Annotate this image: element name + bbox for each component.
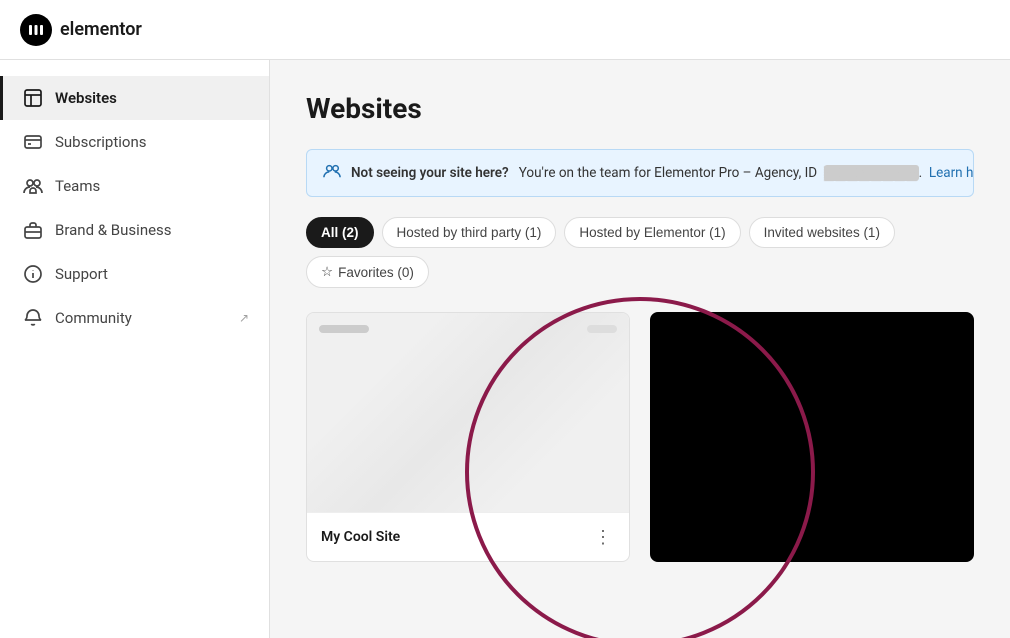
- external-link-icon: ↗: [239, 311, 249, 325]
- banner-text: Not seeing your site here? You're on the…: [351, 165, 974, 181]
- sidebar-label-community: Community: [55, 309, 132, 327]
- banner-masked-id: ▓▓▓▓▓▓▓▓: [824, 165, 919, 181]
- thumbnail-placeholder: [307, 313, 629, 512]
- main-layout: Websites Subscriptions: [0, 60, 1010, 638]
- site-name: My Cool Site: [321, 529, 400, 545]
- filter-all[interactable]: All (2): [306, 217, 374, 248]
- banner-learn-link[interactable]: Learn how to conn: [929, 165, 974, 181]
- thumb-dot-2: [587, 325, 617, 333]
- banner-bold-text: Not seeing your site here?: [351, 165, 509, 181]
- sidebar-label-subscriptions: Subscriptions: [55, 133, 146, 151]
- sidebar-label-websites: Websites: [55, 89, 117, 107]
- topbar: elementor: [0, 0, 1010, 60]
- logo: elementor: [20, 14, 142, 46]
- cards-container: My Cool Site ⋮: [306, 312, 974, 562]
- info-banner: Not seeing your site here? You're on the…: [306, 149, 974, 197]
- card-icon: [23, 132, 43, 152]
- sidebar-label-teams: Teams: [55, 177, 100, 195]
- card-thumbnail: [307, 313, 629, 513]
- layout-icon: [23, 88, 43, 108]
- redacted-footer: [651, 513, 973, 537]
- briefcase-icon: [23, 220, 43, 240]
- sidebar-item-subscriptions[interactable]: Subscriptions: [0, 120, 269, 164]
- redacted-thumbnail: [651, 313, 973, 513]
- sidebar-item-brand-business[interactable]: Brand & Business: [0, 208, 269, 252]
- page-title: Websites: [306, 92, 974, 125]
- content-area: Websites Not seeing your site here? You'…: [270, 60, 1010, 638]
- cards-grid: My Cool Site ⋮: [306, 312, 974, 562]
- sidebar-label-support: Support: [55, 265, 108, 283]
- card-footer: My Cool Site ⋮: [307, 513, 629, 561]
- site-card-my-cool-site[interactable]: My Cool Site ⋮: [306, 312, 630, 562]
- site-card-redacted: [650, 312, 974, 562]
- filter-tabs: All (2) Hosted by third party (1) Hosted…: [306, 217, 974, 288]
- card-menu-button[interactable]: ⋮: [591, 525, 615, 549]
- filter-hosted-elementor[interactable]: Hosted by Elementor (1): [564, 217, 740, 248]
- logo-text: elementor: [60, 19, 142, 40]
- sidebar-label-brand-business: Brand & Business: [55, 221, 172, 239]
- filter-favorites-label: Favorites (0): [338, 265, 414, 280]
- sidebar: Websites Subscriptions: [0, 60, 270, 638]
- users-icon: [23, 176, 43, 196]
- sidebar-item-teams[interactable]: Teams: [0, 164, 269, 208]
- thumb-dot-1: [319, 325, 369, 333]
- star-icon: ☆: [321, 264, 333, 280]
- filter-favorites[interactable]: ☆ Favorites (0): [306, 256, 429, 288]
- banner-detail-text: You're on the team for Elementor Pro – A…: [519, 165, 817, 181]
- filter-invited[interactable]: Invited websites (1): [749, 217, 895, 248]
- filter-hosted-third-party[interactable]: Hosted by third party (1): [382, 217, 557, 248]
- sidebar-item-community[interactable]: Community ↗: [0, 296, 269, 340]
- logo-icon: [20, 14, 52, 46]
- info-icon: [23, 264, 43, 284]
- bell-icon: [23, 308, 43, 328]
- sidebar-item-websites[interactable]: Websites: [0, 76, 269, 120]
- banner-users-icon: [323, 162, 341, 184]
- sidebar-item-support[interactable]: Support: [0, 252, 269, 296]
